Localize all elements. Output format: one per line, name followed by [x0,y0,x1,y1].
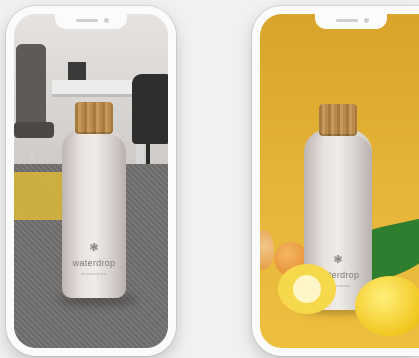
bottle-tagline: MICRODRINK [81,272,107,276]
bamboo-cap [319,104,357,136]
phone-screen-office: ❃ waterdrop MICRODRINK [14,14,168,348]
water-bottle: ❃ waterdrop MICRODRINK [62,102,126,298]
phone-mockup-right: ❃ waterdrop MICRODRINK [252,6,419,356]
office-chair-left [16,44,46,134]
bamboo-cap [75,102,113,134]
speaker-icon [335,19,358,22]
waterdrop-logo-icon: ❃ [333,254,343,266]
camera-icon [104,18,109,23]
phone-screen-yellow: ❃ waterdrop MICRODRINK [260,14,419,348]
chair-base [30,138,34,160]
phone-notch [314,14,387,29]
lemon-half [278,264,336,314]
orange-slice [260,230,274,270]
phone-notch [55,14,127,29]
camera-icon [363,18,369,23]
phone-mockup-left: ❃ waterdrop MICRODRINK [6,6,176,356]
office-chair-right [132,74,168,144]
whole-lemon [355,276,419,336]
monitor [68,62,86,80]
speaker-icon [76,19,98,22]
bottle-brand-label: waterdrop [72,258,116,268]
chair-seat [14,122,54,138]
chair-base [146,142,150,164]
waterdrop-logo-icon: ❃ [89,242,99,254]
